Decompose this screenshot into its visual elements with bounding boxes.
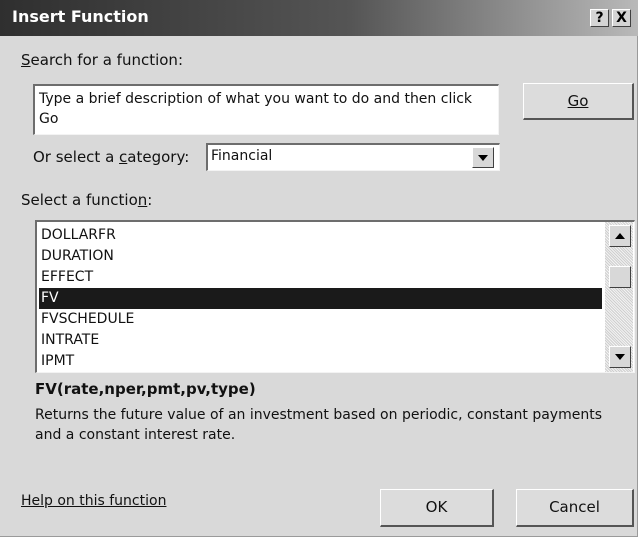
function-listbox[interactable]: DOLLARFR DURATION EFFECT FV FVSCHEDULE I… [35,220,635,373]
go-button[interactable]: Go [523,83,634,120]
chevron-down-icon[interactable] [472,147,494,168]
dialog-title: Insert Function [12,7,149,26]
category-selected-value: Financial [211,148,273,164]
close-button[interactable]: X [612,9,631,27]
help-button[interactable]: ? [590,9,609,27]
ok-button-label: OK [425,498,448,516]
scroll-up-button[interactable] [609,225,631,247]
function-description: Returns the future value of an investmen… [35,407,602,443]
scroll-thumb[interactable] [609,266,631,288]
go-button-label: Go [567,92,589,110]
function-signature: FV(rate,nper,pmt,pv,type) [35,380,256,398]
list-item[interactable]: FVSCHEDULE [39,309,602,330]
list-item[interactable]: IPMT [39,351,602,372]
ok-button[interactable]: OK [380,489,494,527]
title-bar[interactable]: Insert Function ? X [0,0,638,36]
cancel-button-label: Cancel [549,498,600,516]
help-link[interactable]: Help on this function [21,493,166,509]
scroll-down-button[interactable] [609,346,631,368]
list-item[interactable]: DOLLARFR [39,225,602,246]
list-item[interactable]: DURATION [39,246,602,267]
function-list-label: Select a function: [21,191,153,209]
cancel-button[interactable]: Cancel [516,489,634,527]
insert-function-dialog: Insert Function ? X Search for a functio… [0,0,638,537]
list-item[interactable]: EFFECT [39,267,602,288]
vertical-scrollbar[interactable] [605,222,633,372]
category-select[interactable]: Financial [206,143,500,171]
category-label: Or select a category: [33,148,190,166]
search-label: Search for a function: [21,51,183,69]
list-item-selected[interactable]: FV [39,288,602,309]
search-input[interactable]: Type a brief description of what you wan… [33,84,499,135]
list-item[interactable]: INTRATE [39,330,602,351]
search-input-text: Type a brief description of what you wan… [39,91,473,127]
arrow-up-icon [615,233,625,239]
arrow-down-icon [615,354,625,360]
